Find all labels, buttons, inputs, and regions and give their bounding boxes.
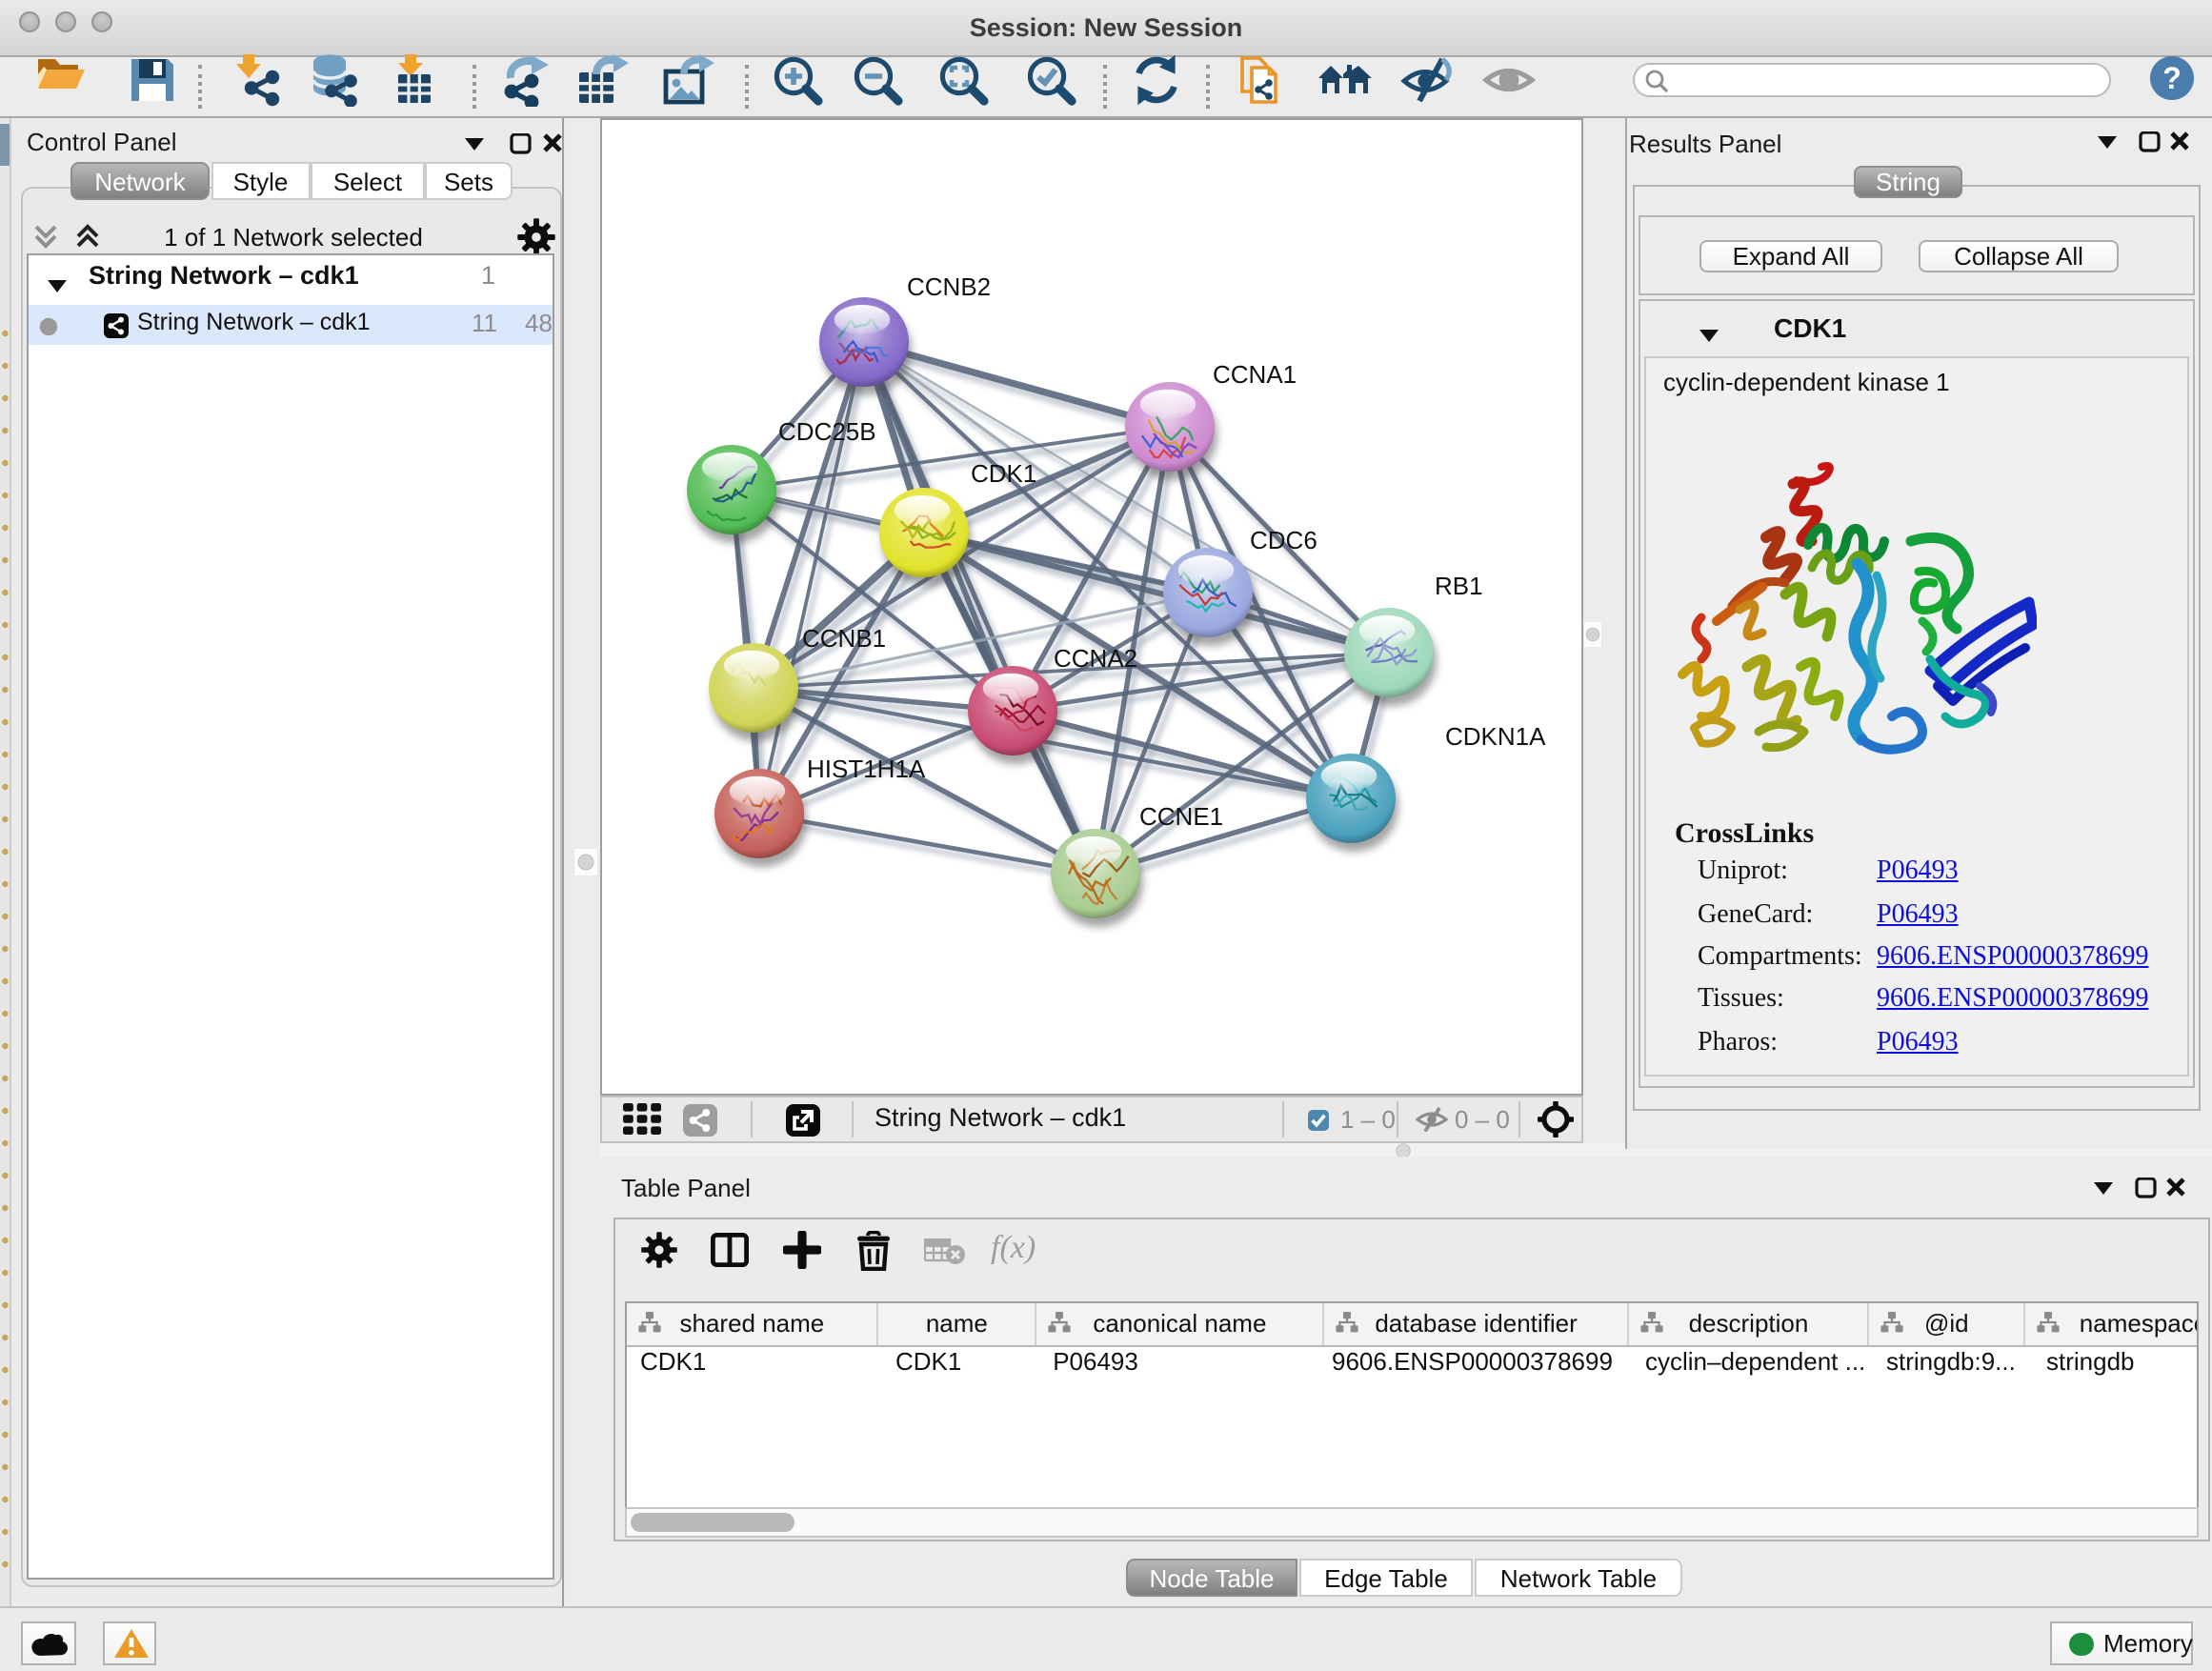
svg-text:CCNB1: CCNB1 [801,624,885,653]
svg-text:CCNA2: CCNA2 [1053,644,1136,673]
svg-text:?: ? [2162,61,2182,95]
svg-text:CDKN1A: CDKN1A [1444,722,1545,751]
svg-text:HIST1H1A: HIST1H1A [806,755,925,783]
svg-text:CCNB2: CCNB2 [906,272,990,301]
svg-text:CCNA1: CCNA1 [1212,360,1296,389]
svg-text:CDC6: CDC6 [1249,526,1317,554]
svg-text:CCNE1: CCNE1 [1138,802,1222,831]
svg-text:CDK1: CDK1 [970,459,1036,488]
svg-text:RB1: RB1 [1434,572,1482,600]
svg-text:CDC25B: CDC25B [777,417,875,446]
